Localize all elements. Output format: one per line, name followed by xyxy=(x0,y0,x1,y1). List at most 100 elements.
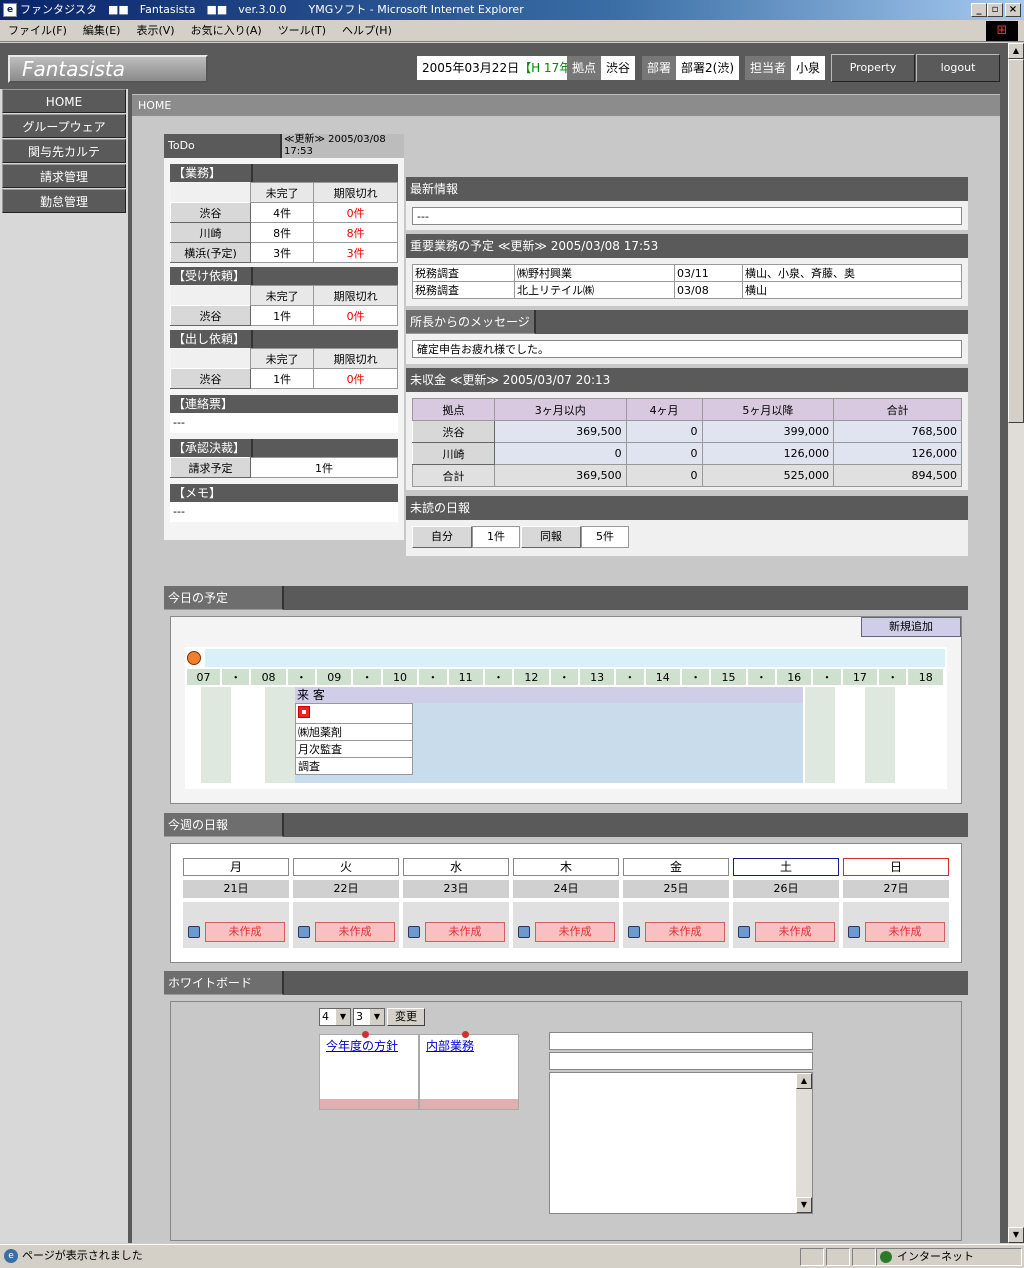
memo-icon[interactable] xyxy=(628,926,640,938)
memo-icon[interactable] xyxy=(738,926,750,938)
scroll-down-icon[interactable]: ▼ xyxy=(796,1197,812,1213)
todo-panel: ToDo ≪更新≫ 2005/03/08 17:53 【業務】 未完了 期限切れ … xyxy=(164,134,404,540)
minimize-button[interactable]: _ xyxy=(971,3,987,17)
table-row[interactable]: 税務調査 ㈱野村興業 03/11 横山、小泉、斉藤、奥 xyxy=(412,264,962,282)
table-row[interactable]: 税務調査 北上リテイル㈱ 03/08 横山 xyxy=(412,281,962,299)
todo-updated[interactable]: ≪更新≫ 2005/03/08 17:53 xyxy=(282,134,404,158)
memo-icon[interactable] xyxy=(518,926,530,938)
dashi-office-button[interactable]: 渋谷 xyxy=(170,368,251,389)
timeline-hour: ・ xyxy=(812,669,843,685)
timeline-hour: 07 xyxy=(187,669,222,685)
message-panel: 所長からのメッセージ 確定申告お疲れ様でした。 xyxy=(406,310,968,364)
cell: 横山 xyxy=(742,281,962,299)
memo-value: --- xyxy=(170,502,398,522)
table-row: 渋谷 1件 0件 xyxy=(170,305,398,326)
timeline-hour: 18 xyxy=(907,669,945,685)
menu-tools[interactable]: ツール(T) xyxy=(270,20,334,42)
sidebar-item-client-chart[interactable]: 関与先カルテ xyxy=(2,139,126,163)
uke-section: 【受け依頼】 xyxy=(170,267,398,285)
gyomu-office-button[interactable]: 渋谷 xyxy=(170,202,251,223)
cell: 369,500 xyxy=(494,464,627,487)
col-overdue: 期限切れ xyxy=(313,285,398,306)
whiteboard-textarea[interactable]: ▲ ▼ xyxy=(549,1072,813,1214)
daily-report-status-button[interactable]: 未作成 xyxy=(865,922,945,942)
status-cell xyxy=(852,1248,876,1266)
scroll-thumb[interactable] xyxy=(1008,59,1024,423)
status-cell xyxy=(800,1248,824,1266)
scroll-up-icon[interactable]: ▲ xyxy=(1008,43,1024,59)
menu-favorites[interactable]: お気に入り(A) xyxy=(183,20,270,42)
menu-view[interactable]: 表示(V) xyxy=(128,20,182,42)
scroll-down-icon[interactable]: ▼ xyxy=(1008,1227,1024,1243)
status-text: ページが表示されました xyxy=(22,1249,143,1262)
sidebar-item-home[interactable]: HOME xyxy=(2,89,126,113)
memo-icon[interactable] xyxy=(298,926,310,938)
note-link[interactable]: 内部業務 xyxy=(426,1037,474,1054)
cell: 北上リテイル㈱ xyxy=(514,281,675,299)
textarea-scrollbar[interactable]: ▲ ▼ xyxy=(796,1073,812,1213)
whiteboard-header: ホワイトボード xyxy=(164,971,968,995)
timeline-hour: ・ xyxy=(615,669,646,685)
weekday-header: 日 xyxy=(843,858,949,876)
schedule-event-block[interactable]: 来 客 ㈱旭薬剤 月次監査 調査 xyxy=(295,687,803,783)
maximize-button[interactable]: ▫ xyxy=(987,3,1003,17)
unread-peer-value: 5件 xyxy=(581,526,629,548)
property-button[interactable]: Property xyxy=(831,54,915,82)
cell: 03/08 xyxy=(674,281,743,299)
daily-report-status-button[interactable]: 未作成 xyxy=(755,922,835,942)
daily-report-status-button[interactable]: 未作成 xyxy=(645,922,725,942)
scroll-up-icon[interactable]: ▲ xyxy=(796,1073,812,1089)
shonin-button[interactable]: 請求予定 xyxy=(170,457,251,478)
col-overdue: 期限切れ xyxy=(313,348,398,369)
change-button[interactable]: 変更 xyxy=(387,1008,425,1026)
today-body: 新規追加 07 ・ 08 ・ 09 ・ 10 ・ 11 ・ 12 ・ 13 ・ 14 ・ 15 ・ 16 ・ 17 ・ 18… xyxy=(170,616,962,804)
whiteboard-input-1[interactable] xyxy=(549,1032,813,1050)
menu-help[interactable]: ヘルプ(H) xyxy=(334,20,400,42)
cell: 0件 xyxy=(313,202,398,223)
gyomu-office-button[interactable]: 川崎 xyxy=(170,222,251,243)
whiteboard-select-2[interactable]: 3 ▼ xyxy=(353,1008,385,1026)
new-schedule-button[interactable]: 新規追加 xyxy=(861,617,961,637)
app-area: Fantasista 2005年03月22日【H 17年】 拠点 渋谷 部署 部… xyxy=(0,43,1008,1249)
today-header: 今日の予定 xyxy=(164,586,968,610)
timeline-hours: 07 ・ 08 ・ 09 ・ 10 ・ 11 ・ 12 ・ 13 ・ 14 ・ 15 ・ 16 ・ 17 ・ 18 xyxy=(187,669,945,685)
timeline-hour: ・ xyxy=(418,669,449,685)
gyomu-office-button[interactable]: 横浜(予定) xyxy=(170,242,251,263)
unread-self-button[interactable]: 自分 xyxy=(412,526,472,548)
page-scrollbar[interactable]: ▲ ▼ xyxy=(1008,43,1024,1243)
memo-icon[interactable] xyxy=(408,926,420,938)
cell: ㈱野村興業 xyxy=(514,264,675,282)
sidebar-item-groupware[interactable]: グループウェア xyxy=(2,114,126,138)
unpaid-office-button[interactable]: 川崎 xyxy=(412,442,495,465)
cell: 0 xyxy=(625,464,703,487)
timeline-hour: 08 xyxy=(250,669,288,685)
sidebar-item-billing[interactable]: 請求管理 xyxy=(2,164,126,188)
menu-edit[interactable]: 編集(E) xyxy=(75,20,129,42)
daily-report-status-button[interactable]: 未作成 xyxy=(425,922,505,942)
daily-report-status-button[interactable]: 未作成 xyxy=(205,922,285,942)
weekday-date: 22日 xyxy=(293,880,399,898)
menu-file[interactable]: ファイル(F) xyxy=(0,20,75,42)
whiteboard-select-1[interactable]: 4 ▼ xyxy=(319,1008,351,1026)
globe-icon xyxy=(880,1251,892,1263)
weekday-date: 21日 xyxy=(183,880,289,898)
whiteboard-input-2[interactable] xyxy=(549,1052,813,1070)
uke-office-button[interactable]: 渋谷 xyxy=(170,305,251,326)
note-link[interactable]: 今年度の方針 xyxy=(326,1037,398,1054)
close-button[interactable]: × xyxy=(1005,3,1021,17)
unread-peer-button[interactable]: 同報 xyxy=(521,526,581,548)
memo-icon[interactable] xyxy=(188,926,200,938)
unread-self-value: 1件 xyxy=(472,526,520,548)
daily-report-status-button[interactable]: 未作成 xyxy=(315,922,395,942)
note-card: 今年度の方針 xyxy=(319,1031,419,1110)
cell: 0件 xyxy=(313,368,398,389)
unpaid-office-button[interactable]: 渋谷 xyxy=(412,420,495,443)
zone-text: インターネット xyxy=(897,1250,974,1263)
sidebar-item-attendance[interactable]: 勤怠管理 xyxy=(2,189,126,213)
menu-bar: ファイル(F) 編集(E) 表示(V) お気に入り(A) ツール(T) ヘルプ(H) ⊞ xyxy=(0,20,1024,42)
daily-report-cell: 未作成 xyxy=(183,902,289,948)
memo-icon[interactable] xyxy=(848,926,860,938)
daily-report-status-button[interactable]: 未作成 xyxy=(535,922,615,942)
cell: 894,500 xyxy=(833,464,962,487)
logout-button[interactable]: logout xyxy=(916,54,1000,82)
